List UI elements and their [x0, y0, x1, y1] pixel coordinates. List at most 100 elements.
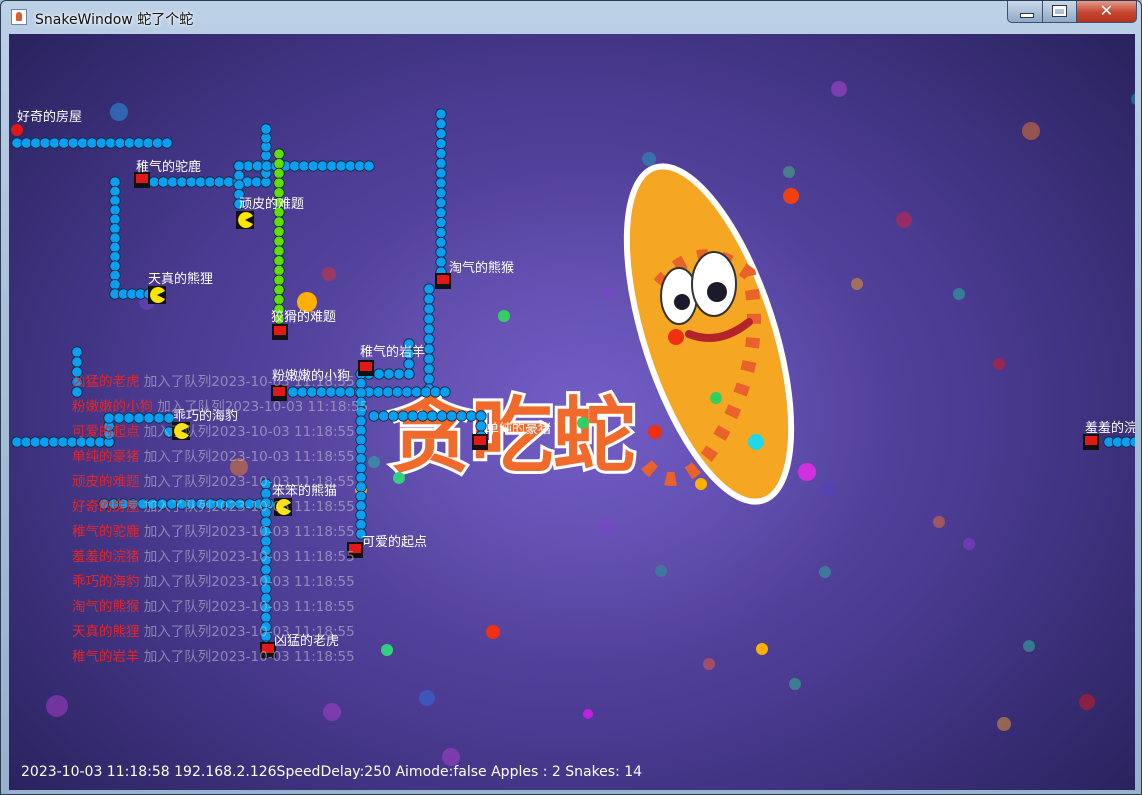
snake-segment — [39, 137, 51, 149]
fruit — [393, 472, 405, 484]
snake-segment — [176, 176, 188, 188]
bokeh-dot — [46, 695, 68, 717]
snake-segment — [233, 179, 245, 191]
snake-segment — [273, 177, 285, 189]
snake-segment — [423, 303, 435, 315]
snake-segment — [435, 226, 447, 239]
snake-segment — [417, 410, 429, 422]
log-entry: 凶猛的老虎 加入了队列2023-10-03 11:18:55 — [72, 370, 368, 395]
join-log: 凶猛的老虎 加入了队列2023-10-03 11:18:55 粉嫩嫩的小狗 加入了… — [72, 370, 368, 670]
snake-segment — [109, 213, 121, 225]
close-button[interactable]: ✕ — [1076, 1, 1137, 23]
snake-segment — [439, 386, 451, 398]
snake-segment — [423, 373, 435, 385]
snake-segment — [383, 368, 395, 380]
snake-segment — [71, 356, 83, 368]
snake-segment — [435, 197, 447, 209]
title-bar[interactable]: SnakeWindow 蛇了个蛇 ✕ — [1, 1, 1141, 33]
fruit — [695, 478, 707, 490]
snake-segment — [109, 204, 121, 216]
log-snake-name: 可爱的起点 — [72, 424, 140, 440]
log-message: 加入了队列2023-10-03 11:18:55 — [139, 649, 355, 665]
snake-head — [474, 436, 486, 445]
snake-segment — [289, 160, 301, 172]
log-entry: 淘气的熊猴 加入了队列2023-10-03 11:18:55 — [72, 595, 368, 620]
snake-segment — [423, 293, 435, 305]
snake-segment — [387, 410, 400, 422]
log-snake-name: 稚气的岩羊 — [72, 649, 140, 665]
snake-segment — [213, 176, 225, 188]
snake-head — [1085, 436, 1097, 445]
fruit — [297, 292, 317, 312]
bokeh-dot — [851, 278, 863, 290]
log-message: 加入了队列2023-10-03 11:18:55 — [139, 574, 355, 590]
bokeh-dot — [993, 358, 1005, 370]
log-message: 加入了队列2023-10-03 11:18:55 — [139, 424, 355, 440]
snake-name-label: 天真的熊狸 — [148, 272, 214, 287]
snake-segment — [11, 137, 23, 149]
minimize-icon — [1020, 13, 1034, 18]
snake-segment — [423, 333, 435, 345]
maximize-button[interactable] — [1042, 1, 1077, 23]
bokeh-dot — [322, 267, 336, 281]
log-message: 加入了队列2023-10-03 11:18:55 — [139, 624, 355, 640]
snake-segment — [273, 167, 285, 180]
bokeh-dot — [368, 456, 380, 468]
snake-segment — [372, 386, 385, 398]
snake-segment — [109, 195, 121, 207]
snake-segment — [71, 346, 83, 358]
snake-name-label: 淘气的熊猴 — [449, 261, 515, 276]
snake-segment — [273, 264, 285, 277]
snake-segment — [142, 137, 154, 149]
snake-segment — [273, 235, 285, 247]
bokeh-dot — [822, 482, 836, 496]
snake-segment — [48, 137, 61, 149]
snake-segment — [403, 368, 415, 380]
log-snake-name: 天真的熊狸 — [72, 624, 140, 640]
snake-segment — [273, 158, 285, 170]
snake-segment — [423, 283, 435, 295]
snake-segment — [373, 368, 385, 380]
snake-segment — [326, 160, 338, 172]
log-message: 加入了队列2023-10-03 11:18:55 — [139, 599, 355, 615]
log-message: 加入了队列2023-10-03 11:18:55 — [139, 449, 355, 465]
snake-segment — [148, 176, 160, 188]
snake-segment — [30, 137, 42, 149]
bokeh-dot — [1023, 640, 1035, 652]
snake-segment — [77, 137, 89, 149]
snake-segment — [435, 138, 447, 150]
bokeh-dot — [1079, 694, 1095, 710]
snake-name-label: 可爱的起点 — [362, 535, 428, 550]
snake-segment — [161, 137, 173, 149]
bokeh-dot — [603, 286, 615, 298]
log-entry: 稚气的驼鹿 加入了队列2023-10-03 11:18:55 — [72, 520, 368, 545]
fruit — [498, 310, 510, 322]
snake-segment — [420, 386, 432, 398]
window-title: SnakeWindow 蛇了个蛇 — [35, 12, 194, 28]
snake-segment — [109, 241, 121, 253]
snake-segment — [298, 160, 310, 172]
snake-segment — [86, 137, 98, 149]
game-canvas[interactable]: 贪吃蛇 好奇的房屋 稚气的驼鹿 顽皮的难题 天真的熊狸 淘气的熊猴 狡猾的难题 稚气的岩羊粉… — [9, 34, 1135, 790]
bokeh-dot — [703, 658, 715, 670]
java-app-icon[interactable] — [11, 9, 27, 25]
snake-segment — [109, 176, 121, 188]
log-snake-name: 顽皮的难题 — [72, 474, 140, 490]
snake-name-label: 好奇的房屋 — [17, 110, 83, 125]
snake-segment — [475, 420, 487, 432]
snake-segment — [378, 410, 390, 422]
log-entry: 天真的熊狸 加入了队列2023-10-03 11:18:55 — [72, 620, 368, 645]
fruit — [668, 329, 684, 345]
bokeh-dot — [896, 212, 912, 228]
fruit — [648, 425, 662, 439]
fruit — [583, 709, 593, 719]
minimize-button[interactable] — [1007, 1, 1043, 23]
snake-segment — [344, 160, 357, 172]
bokeh-dot — [933, 516, 945, 528]
bokeh-dot — [953, 288, 965, 300]
snake-segment — [273, 274, 285, 286]
snake-segment — [335, 160, 347, 172]
snake-segment — [423, 323, 435, 335]
snake-segment — [423, 343, 435, 355]
log-snake-name: 粉嫩嫩的小狗 — [72, 399, 153, 415]
